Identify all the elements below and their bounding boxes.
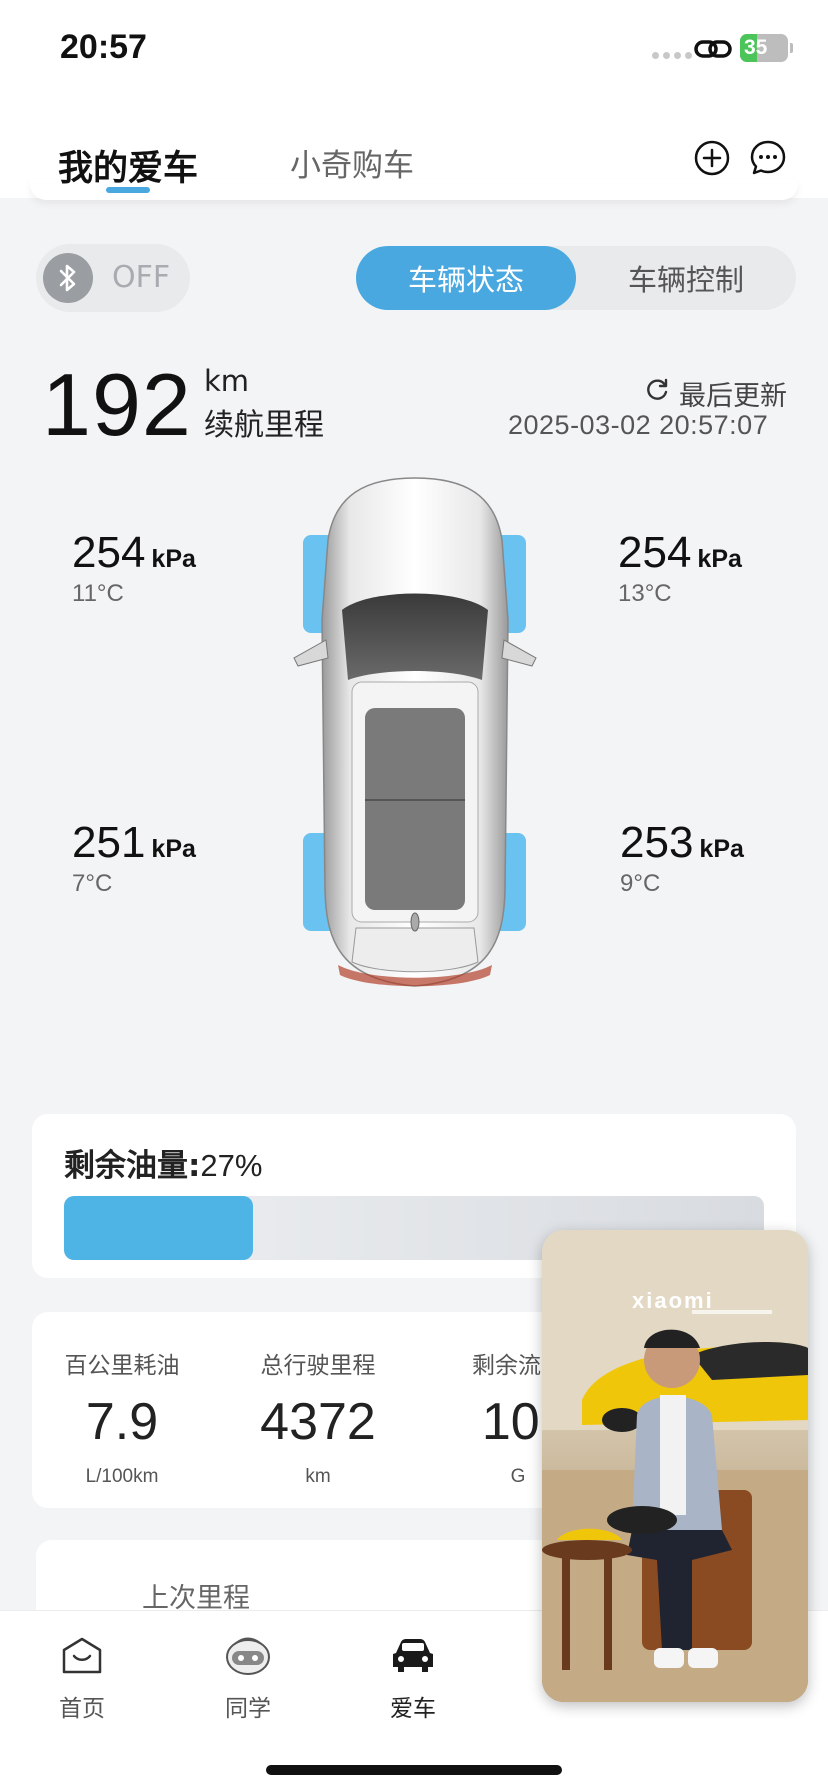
floating-video-player[interactable]: xiaomi (542, 1230, 808, 1702)
tab-active-indicator (106, 187, 150, 193)
nav-item-classmates[interactable]: 同学 (193, 1631, 303, 1723)
stat-value: 4372 (260, 1393, 376, 1451)
fuel-title: 剩余油量:27% (64, 1140, 262, 1185)
link-icon (694, 40, 732, 58)
tire-pressure: 253 (620, 818, 694, 867)
bluetooth-toggle[interactable]: OFF (36, 244, 190, 312)
tab-my-car[interactable]: 我的爱车 (58, 140, 198, 191)
fuel-label: 剩余油量: (64, 1148, 201, 1184)
status-time: 20:57 (60, 28, 147, 66)
mascot-icon (226, 1637, 270, 1675)
battery-percent: 35 (744, 36, 768, 59)
fuel-value: 27% (200, 1148, 263, 1183)
bluetooth-icon (43, 253, 93, 303)
chat-bubble-icon[interactable] (750, 140, 786, 176)
video-brand-logo: xiaomi (632, 1288, 714, 1313)
view-segment: 车辆状态 车辆控制 (356, 246, 796, 310)
segment-vehicle-status[interactable]: 车辆状态 (356, 246, 576, 310)
tire-temperature: 7°C (72, 870, 113, 897)
stat-value: 7.9 (85, 1393, 159, 1451)
nav-label: 同学 (225, 1696, 271, 1722)
fuel-progress-fill (64, 1196, 253, 1260)
signal-icon (652, 52, 692, 59)
tire-pressure: 254 (72, 528, 146, 577)
tire-front-left: 254 kPa 11°C (72, 528, 196, 608)
tire-rear-right: 253 kPa 9°C (620, 818, 744, 898)
tire-pressure-unit: kPa (151, 835, 196, 863)
nav-item-car[interactable]: 爱车 (358, 1631, 468, 1723)
nav-label: 爱车 (390, 1696, 436, 1722)
car-top-view-image (293, 477, 537, 987)
tire-pressure-unit: kPa (699, 835, 744, 863)
stat-unit: L/100km (85, 1466, 159, 1487)
tire-temperature: 11°C (72, 580, 124, 607)
range-label: 续航里程 (204, 408, 324, 443)
nav-label: 首页 (59, 1696, 105, 1722)
status-bar: 20:57 35 (0, 0, 828, 100)
home-icon (62, 1637, 102, 1674)
tire-front-right: 254 kPa 13°C (618, 528, 742, 608)
refresh-icon[interactable] (644, 377, 670, 403)
nav-item-home[interactable]: 首页 (27, 1631, 137, 1723)
home-indicator[interactable] (266, 1765, 562, 1775)
range-value: 192 (42, 355, 192, 454)
tire-pressure-unit: kPa (151, 545, 196, 573)
tire-temperature: 13°C (618, 580, 672, 607)
tire-pressure: 254 (618, 528, 692, 577)
tire-pressure-unit: kPa (697, 545, 742, 573)
stat-fuel-consumption: 百公里耗油 7.9 L/100km (32, 1312, 212, 1488)
last-update-time: 2025-03-02 20:57:07 (508, 410, 769, 440)
battery-icon: 35 (740, 34, 788, 62)
tire-temperature: 9°C (620, 870, 661, 897)
stat-label: 百公里耗油 (64, 1353, 180, 1379)
segment-vehicle-control[interactable]: 车辆控制 (576, 246, 796, 310)
stat-total-mileage: 总行驶里程 4372 km (228, 1312, 408, 1488)
bluetooth-state: OFF (112, 260, 171, 295)
tire-pressure: 251 (72, 818, 146, 867)
car-icon (393, 1639, 433, 1672)
last-update-label[interactable]: 最后更新 (679, 374, 787, 413)
stat-unit: km (305, 1466, 331, 1487)
stat-label: 总行驶里程 (260, 1353, 376, 1379)
plus-circle-icon[interactable] (694, 140, 730, 176)
tire-rear-left: 251 kPa 7°C (72, 818, 196, 898)
range-unit: km (204, 364, 250, 398)
tab-buy-car[interactable]: 小奇购车 (290, 140, 414, 185)
battery-tip (790, 43, 793, 53)
